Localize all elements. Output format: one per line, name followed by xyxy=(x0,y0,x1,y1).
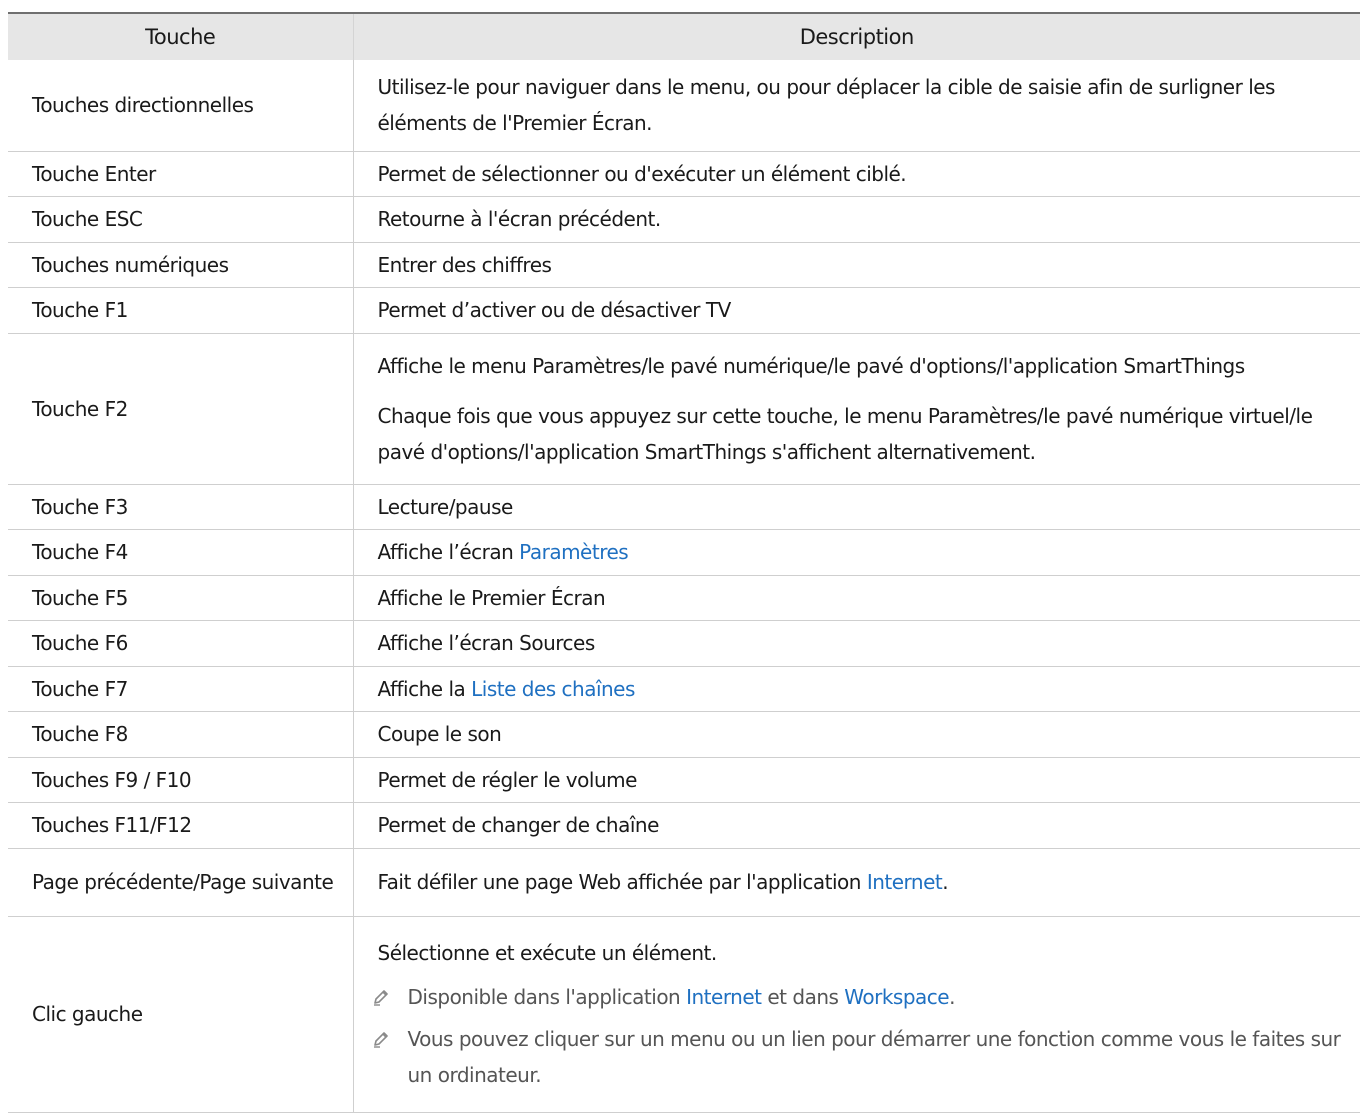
table-row: Page précédente/Page suivante Fait défil… xyxy=(8,848,1360,917)
note: Vous pouvez cliquer sur un menu ou un li… xyxy=(354,1021,1347,1093)
table-row: Touche F7 Affiche la Liste des chaînes xyxy=(8,666,1360,712)
description-cell: Affiche l’écran Sources xyxy=(352,620,1360,667)
channel-list-link[interactable]: Liste des chaînes xyxy=(471,677,635,701)
description-cell: Permet de sélectionner ou d'exécuter un … xyxy=(352,151,1360,197)
description-cell: Sélectionne et exécute un élément. Dispo… xyxy=(352,916,1360,1113)
key-cell: Touche ESC xyxy=(8,196,353,243)
internet-link[interactable]: Internet xyxy=(867,870,943,894)
note: Disponible dans l'application Internet e… xyxy=(354,979,1347,1015)
key-cell: Touche F4 xyxy=(8,529,353,576)
table-row: Touche F6 Affiche l’écran Sources xyxy=(8,620,1360,667)
key-cell: Touche F1 xyxy=(8,287,353,334)
description-paragraph: Sélectionne et exécute un élément. xyxy=(377,941,718,965)
note-text: Vous pouvez cliquer sur un menu ou un li… xyxy=(407,1027,1341,1087)
internet-link[interactable]: Internet xyxy=(686,985,762,1009)
description-cell: Utilisez-le pour naviguer dans le menu, … xyxy=(352,60,1360,152)
key-cell: Touches F11/F12 xyxy=(8,802,353,849)
workspace-link[interactable]: Workspace xyxy=(844,985,949,1009)
table-row: Touche F8 Coupe le son xyxy=(8,711,1360,758)
description-cell: Affiche le menu Paramètres/le pavé numér… xyxy=(352,333,1360,485)
table-row: Touches F9 / F10 Permet de régler le vol… xyxy=(8,757,1360,803)
key-cell: Touche F6 xyxy=(8,620,353,667)
table-row: Touche F3 Lecture/pause xyxy=(8,484,1360,530)
description-text: Affiche la xyxy=(377,676,472,701)
key-cell: Touche F5 xyxy=(8,575,353,621)
table-row: Touche F5 Affiche le Premier Écran xyxy=(8,575,1360,621)
description-cell: Coupe le son xyxy=(352,711,1360,758)
description-paragraph: Affiche le menu Paramètres/le pavé numér… xyxy=(377,353,1246,378)
pencil-icon xyxy=(354,1021,408,1049)
pencil-icon xyxy=(354,979,408,1007)
key-cell: Touche F2 xyxy=(8,333,353,485)
key-cell: Touches F9 / F10 xyxy=(8,757,353,803)
note-text: Disponible dans l'application Internet e… xyxy=(407,985,956,1009)
description-cell: Permet d’activer ou de désactiver TV xyxy=(352,287,1360,334)
settings-link[interactable]: Paramètres xyxy=(519,540,629,564)
header-description: Description xyxy=(352,12,1360,60)
table-row: Touche F4 Affiche l’écran Paramètres xyxy=(8,529,1360,576)
description-cell: Affiche l’écran Paramètres xyxy=(352,529,1360,576)
description-text: Fait défiler une page Web affichée par l… xyxy=(377,870,867,894)
description-cell: Retourne à l'écran précédent. xyxy=(352,196,1360,243)
description-paragraph: Chaque fois que vous appuyez sur cette t… xyxy=(377,403,1313,464)
key-cell: Clic gauche xyxy=(8,916,353,1113)
description-cell: Permet de régler le volume xyxy=(352,757,1360,803)
header-key: Touche xyxy=(8,12,353,60)
keyboard-keys-table: Touche Description Touches directionnell… xyxy=(8,12,1360,1113)
key-cell: Touches numériques xyxy=(8,242,353,288)
table-row: Clic gauche Sélectionne et exécute un él… xyxy=(8,916,1360,1113)
table-row: Touche ESC Retourne à l'écran précédent. xyxy=(8,196,1360,243)
description-cell: Lecture/pause xyxy=(352,484,1360,530)
key-cell: Page précédente/Page suivante xyxy=(8,848,353,917)
table-header-row: Touche Description xyxy=(8,12,1360,60)
key-cell: Touche F3 xyxy=(8,484,353,530)
description-cell: Affiche la Liste des chaînes xyxy=(352,666,1360,712)
description-text: Affiche l’écran xyxy=(377,540,520,564)
table-row: Touches numériques Entrer des chiffres xyxy=(8,242,1360,288)
table-row: Touche F1 Permet d’activer ou de désacti… xyxy=(8,287,1360,334)
table-row: Touches directionnelles Utilisez-le pour… xyxy=(8,60,1360,152)
description-cell: Entrer des chiffres xyxy=(352,242,1360,288)
key-cell: Touche F8 xyxy=(8,711,353,758)
table-row: Touche F2 Affiche le menu Paramètres/le … xyxy=(8,333,1360,485)
description-cell: Permet de changer de chaîne xyxy=(352,802,1360,849)
table-row: Touche Enter Permet de sélectionner ou d… xyxy=(8,151,1360,197)
key-cell: Touche Enter xyxy=(8,151,353,197)
description-cell: Affiche le Premier Écran xyxy=(352,575,1360,621)
key-cell: Touche F7 xyxy=(8,666,353,712)
table-row: Touches F11/F12 Permet de changer de cha… xyxy=(8,802,1360,849)
description-cell: Fait défiler une page Web affichée par l… xyxy=(352,848,1360,917)
key-cell: Touches directionnelles xyxy=(8,60,353,152)
